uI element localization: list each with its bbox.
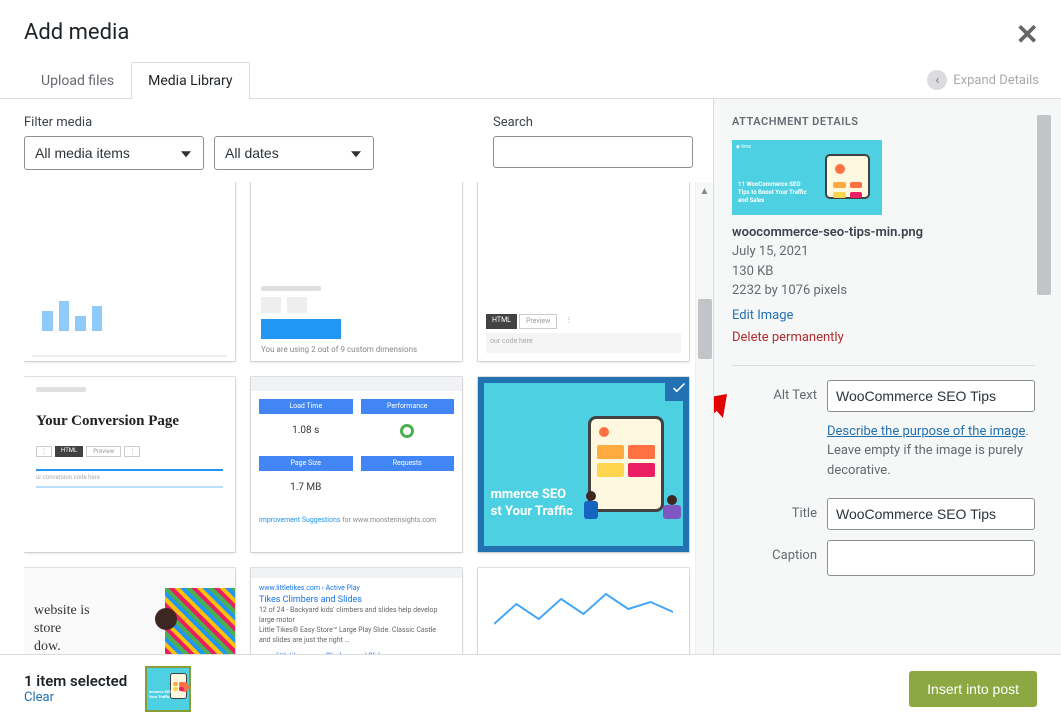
scroll-thumb[interactable]: [1037, 115, 1051, 295]
alt-text-input[interactable]: [827, 380, 1035, 412]
media-thumb[interactable]: www.littletikes.com › Active Play Tikes …: [251, 568, 462, 659]
thumb-text-line: st Your Traffic: [491, 504, 573, 521]
attachment-filename: woocommerce-seo-tips-min.png: [732, 225, 1035, 240]
media-thumb[interactable]: You are using 2 out of 9 custom dimensio…: [251, 182, 462, 361]
edit-image-link[interactable]: Edit Image: [732, 305, 1035, 327]
media-thumb-selected[interactable]: mmerce SEO st Your Traffic: [478, 377, 689, 552]
tab-media-library[interactable]: Media Library: [131, 62, 249, 99]
search-input[interactable]: [493, 136, 693, 168]
media-thumb[interactable]: Your Conversion Page ⋮HTMLPreview⋮ ur co…: [24, 377, 235, 552]
scroll-up-icon[interactable]: ▲: [698, 184, 712, 199]
thumb-title: Your Conversion Page: [24, 408, 235, 442]
filter-media-label: Filter media: [24, 115, 374, 130]
media-thumb[interactable]: HTMLPreview⋮ our code here: [478, 182, 689, 361]
caption-input[interactable]: [827, 540, 1035, 576]
media-thumb[interactable]: [24, 182, 235, 361]
media-tabs: Upload files Media Library: [0, 61, 1061, 99]
filter-media-type-select[interactable]: All media items: [24, 136, 204, 170]
expand-details-label: Expand Details: [953, 73, 1039, 88]
details-scrollbar[interactable]: [1035, 115, 1053, 643]
separator: [732, 365, 1035, 366]
alt-text-help: Describe the purpose of the image. Leave…: [827, 422, 1035, 481]
media-thumb[interactable]: Load Time1.08 s Performance Page Size1.7…: [251, 377, 462, 552]
chevron-left-icon: ‹: [927, 70, 947, 90]
attachment-thumbnail: ◆ time 11 WooCommerce SEOTips to Boost Y…: [732, 140, 882, 215]
delete-permanently-link[interactable]: Delete permanently: [732, 327, 1035, 349]
search-label: Search: [493, 115, 693, 130]
caption-label: Caption: [732, 540, 817, 563]
grid-scrollbar[interactable]: ▲: [695, 182, 713, 659]
scroll-thumb[interactable]: [698, 299, 712, 359]
close-button[interactable]: ✕: [1016, 18, 1039, 51]
attachment-size: 130 KB: [732, 262, 1035, 282]
media-grid: You are using 2 out of 9 custom dimensio…: [24, 182, 695, 659]
modal-footer: 1 item selected Clear mmerce SEOYour Tra…: [0, 654, 1061, 722]
selection-checkmark-icon[interactable]: [665, 377, 689, 401]
media-thumb[interactable]: Primary DimensionProduct ↗ ↗ Product Rev…: [478, 568, 689, 659]
filter-dates-select[interactable]: All dates: [214, 136, 374, 170]
attachment-date: July 15, 2021: [732, 242, 1035, 262]
tab-upload-files[interactable]: Upload files: [24, 62, 131, 99]
attachment-dimensions: 2232 by 1076 pixels: [732, 281, 1035, 301]
modal-title: Add media: [24, 20, 1037, 45]
expand-details-button[interactable]: ‹ Expand Details: [927, 70, 1039, 90]
alt-text-label: Alt Text: [732, 380, 817, 403]
insert-into-post-button[interactable]: Insert into post: [909, 671, 1037, 707]
thumb-text-line: mmerce SEO: [491, 487, 573, 504]
close-icon: ✕: [1016, 18, 1039, 51]
attachment-details-heading: ATTACHMENT DETAILS: [732, 115, 1035, 128]
alt-text-help-link[interactable]: Describe the purpose of the image: [827, 424, 1025, 439]
title-label: Title: [732, 498, 817, 521]
attachment-details-panel: ATTACHMENT DETAILS ◆ time 11 WooCommerce…: [713, 99, 1061, 659]
title-input[interactable]: [827, 498, 1035, 530]
selected-thumb[interactable]: mmerce SEOYour Traffic: [145, 666, 191, 712]
clear-selection-link[interactable]: Clear: [24, 690, 127, 705]
selection-count: 1 item selected: [24, 672, 127, 690]
media-thumb[interactable]: website is store dow.: [24, 568, 235, 659]
